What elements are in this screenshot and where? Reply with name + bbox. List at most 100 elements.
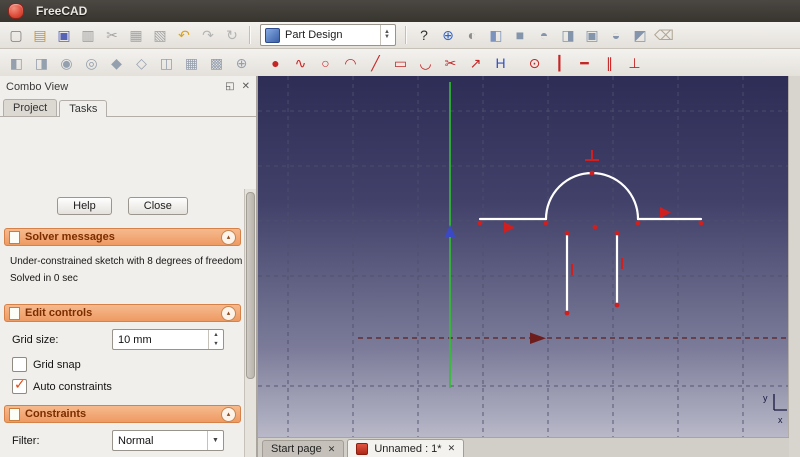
pad-button[interactable]: ◧ (4, 52, 29, 74)
polar-pattern-icon: ▩ (209, 54, 224, 71)
chamfer-feature-button[interactable]: ◇ (129, 52, 154, 74)
3d-viewport[interactable]: y x (258, 76, 789, 438)
cut-icon: ✂ (106, 27, 118, 43)
create-polyline-icon: ∿ (294, 54, 307, 71)
window-close-button[interactable] (8, 3, 24, 19)
sketch-canvas: y x (258, 76, 789, 438)
tab-project[interactable]: Project (3, 99, 58, 116)
view-top-button[interactable]: ◓ (532, 24, 556, 46)
draw-style-button[interactable]: ◐ (460, 24, 484, 46)
cut-button[interactable]: ✂ (100, 24, 124, 46)
close-panel-icon[interactable]: ✕ (242, 81, 250, 92)
whats-this-icon: ? (420, 27, 428, 43)
fillet-feature-button[interactable]: ◆ (104, 52, 129, 74)
scrollbar-thumb[interactable] (246, 192, 255, 379)
create-circle-button[interactable]: ○ (313, 52, 338, 74)
undo-button[interactable]: ↶ (172, 24, 196, 46)
view-right-button[interactable]: ◨ (556, 24, 580, 46)
linear-pattern-button[interactable]: ▦ (179, 52, 204, 74)
workbench-icon (265, 27, 280, 43)
toolbar-separator (249, 26, 251, 44)
view-isometric-icon: ◧ (489, 27, 503, 43)
polar-pattern-button[interactable]: ▩ (204, 52, 229, 74)
tab-unnamed-document[interactable]: Unnamed : 1* ✕ (347, 439, 465, 457)
axis-label-y: y (763, 393, 768, 403)
constraint-perpendicular-button[interactable]: ⊥ (622, 52, 647, 74)
create-polyline-button[interactable]: ∿ (288, 52, 313, 74)
grid-size-label: Grid size: (12, 333, 59, 346)
tab-start-page[interactable]: Start page ✕ (262, 440, 345, 457)
grid-size-value: 10 mm (118, 333, 152, 346)
float-panel-icon[interactable]: ◱ (225, 81, 234, 92)
tab-tasks[interactable]: Tasks (59, 100, 108, 117)
view-isometric-button[interactable]: ◧ (484, 24, 508, 46)
create-rectangle-button[interactable]: ▭ (388, 52, 413, 74)
grid-size-spinbox[interactable]: 10 mm ▲ ▼ (112, 329, 224, 350)
collapse-section-button[interactable]: ▴ (221, 406, 236, 422)
help-button[interactable]: Help (57, 197, 112, 215)
constraint-horizontal-button[interactable]: ━ (572, 52, 597, 74)
freecad-window: FreeCAD ▢ ▤ ▣ ▥ ✂ ▦ ▧ ↶ ↷ ↻ Part Design ▲ ▼ ? ⊕ ◐ ◧ ■ ◓… (0, 0, 800, 457)
boolean-operation-button[interactable]: ⊕ (229, 52, 254, 74)
constraint-parallel-button[interactable]: ∥ (597, 52, 622, 74)
combo-spin-arrows-icon[interactable]: ▲ ▼ (380, 25, 393, 45)
refresh-button[interactable]: ↻ (220, 24, 244, 46)
close-tab-icon[interactable]: ✕ (328, 444, 336, 455)
combo-view-panel: Combo View ◱ ✕ Project Tasks Help Close … (0, 76, 258, 457)
workbench-selector[interactable]: Part Design ▲ ▼ (260, 24, 396, 46)
auto-constraints-label: Auto constraints (33, 380, 112, 393)
groove-button[interactable]: ◎ (79, 52, 104, 74)
filter-combobox[interactable]: Normal ▼ (112, 430, 224, 451)
workbench-selector-value: Part Design (285, 29, 343, 41)
close-task-button[interactable]: Close (127, 197, 188, 215)
measure-clear-all-button[interactable]: ⌫ (652, 24, 676, 46)
trim-edge-button[interactable]: ✂ (438, 52, 463, 74)
view-front-icon: ■ (515, 27, 525, 43)
open-document-button[interactable]: ▤ (28, 24, 52, 46)
view-left-button[interactable]: ◩ (628, 24, 652, 46)
pocket-button[interactable]: ◨ (29, 52, 54, 74)
mirrored-button[interactable]: ◫ (154, 52, 179, 74)
constraint-vertical-button[interactable]: ┃ (547, 52, 572, 74)
print-button[interactable]: ▥ (76, 24, 100, 46)
panel-scrollbar[interactable] (244, 189, 256, 457)
grid-snap-checkbox[interactable] (12, 357, 27, 372)
spin-arrows-icon[interactable]: ▲ ▼ (208, 330, 223, 349)
close-tab-icon[interactable]: ✕ (448, 443, 456, 454)
whats-this-button[interactable]: ? (412, 24, 436, 46)
collapse-section-button[interactable]: ▴ (221, 229, 236, 245)
sketch-geometry[interactable] (478, 171, 703, 313)
view-bottom-icon: ◒ (611, 27, 621, 43)
constraint-coincident-button[interactable]: ⊙ (522, 52, 547, 74)
save-document-icon: ▣ (57, 27, 71, 43)
section-page-icon (9, 230, 20, 244)
create-line-button[interactable]: ╱ (363, 52, 388, 74)
panel-title: Combo View (6, 80, 69, 93)
linear-pattern-icon: ▦ (184, 54, 199, 71)
external-geometry-button[interactable]: ↗ (463, 52, 488, 74)
window-title: FreeCAD (36, 4, 88, 18)
section-title: Edit controls (25, 307, 93, 319)
tab-label: Unnamed : 1* (374, 442, 442, 455)
create-fillet-button[interactable]: ◡ (413, 52, 438, 74)
fit-all-button[interactable]: ⊕ (436, 24, 460, 46)
toggle-construction-button[interactable]: H (488, 52, 513, 74)
section-title: Solver messages (25, 231, 115, 243)
new-document-icon: ▢ (9, 27, 23, 43)
create-point-button[interactable]: ● (263, 52, 288, 74)
chamfer-feature-icon: ◇ (136, 54, 147, 71)
new-document-button[interactable]: ▢ (4, 24, 28, 46)
revolution-button[interactable]: ◉ (54, 52, 79, 74)
document-tabbar: Start page ✕ Unnamed : 1* ✕ (258, 437, 789, 457)
copy-button[interactable]: ▦ (124, 24, 148, 46)
undo-icon: ↶ (178, 27, 190, 43)
paste-button[interactable]: ▧ (148, 24, 172, 46)
view-front-button[interactable]: ■ (508, 24, 532, 46)
collapse-section-button[interactable]: ▴ (221, 305, 236, 321)
auto-constraints-checkbox[interactable] (12, 376, 27, 394)
redo-button[interactable]: ↷ (196, 24, 220, 46)
create-arc-button[interactable]: ◠ (338, 52, 363, 74)
view-rear-button[interactable]: ▣ (580, 24, 604, 46)
save-document-button[interactable]: ▣ (52, 24, 76, 46)
view-bottom-button[interactable]: ◒ (604, 24, 628, 46)
